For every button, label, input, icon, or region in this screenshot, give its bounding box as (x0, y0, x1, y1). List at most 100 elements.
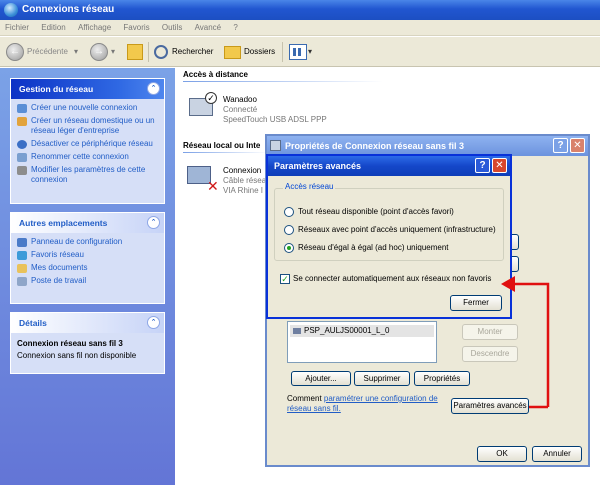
search-button[interactable]: Rechercher (172, 43, 213, 61)
new-connection-icon (17, 104, 27, 113)
arrow-head (501, 276, 515, 292)
chevron-down-icon[interactable]: ▾ (111, 43, 115, 61)
toolbar-separator (148, 42, 149, 62)
dialog-title: Paramètres avancés (274, 161, 362, 171)
radio-infrastructure[interactable] (284, 225, 294, 235)
connection-wanadoo[interactable]: Wanadoo Connecté SpeedTouch USB ADSL PPP (223, 95, 327, 125)
help-button[interactable]: ? (475, 158, 490, 173)
folders-icon[interactable] (224, 46, 241, 59)
toolbar: ← Précédente ▾ → ▾ Rechercher Dossiers ▾ (0, 37, 600, 67)
radio-adhoc[interactable] (284, 243, 294, 253)
collapse-chevron-icon[interactable]: ⌃ (147, 316, 160, 329)
auto-connect-checkbox[interactable]: ✓ (280, 274, 290, 284)
link-network-places[interactable]: Favoris réseau (17, 250, 158, 260)
details-name: Connexion réseau sans fil 3 (17, 339, 123, 348)
dialup-connection-icon[interactable]: ✓ (187, 92, 219, 124)
window-titlebar: Connexions réseau (0, 0, 600, 20)
menu-advanced[interactable]: Avancé (190, 20, 227, 36)
menu-edit[interactable]: Edition (36, 20, 70, 36)
remove-button[interactable]: Supprimer (354, 371, 410, 386)
list-item[interactable]: PSP_AULJS00001_L_0 (290, 325, 434, 337)
back-button-label[interactable]: Précédente (27, 43, 68, 61)
other-places-panel: Autres emplacements ⌃ Panneau de configu… (10, 212, 165, 304)
group-legend: Accès réseau (283, 182, 336, 191)
close-button[interactable]: ✕ (570, 138, 585, 153)
menu-bar: Fichier Edition Affichage Favoris Outils… (0, 20, 600, 36)
network-places-icon (17, 251, 27, 260)
documents-folder-icon (17, 264, 27, 273)
collapse-chevron-icon[interactable]: ⌃ (147, 82, 160, 95)
group-header-remote: Accès à distance (183, 70, 248, 79)
radio-label: Réseaux avec point d'accès uniquement (i… (298, 225, 496, 234)
advanced-settings-dialog: Paramètres avancés ? ✕ Accès réseau Tout… (266, 154, 512, 319)
radio-label: Tout réseau disponible (point d'accès fa… (298, 207, 454, 216)
radio-any-network[interactable] (284, 207, 294, 217)
computer-icon (17, 277, 27, 286)
link-control-panel[interactable]: Panneau de configuration (17, 237, 158, 247)
help-button[interactable]: ? (553, 138, 568, 153)
rename-icon (17, 153, 27, 162)
connection-lan[interactable]: Connexion Câble réseau VIA Rhine I (223, 166, 271, 196)
chevron-down-icon[interactable]: ▾ (308, 43, 312, 61)
link-my-documents[interactable]: Mes documents (17, 263, 158, 273)
add-button[interactable]: Ajouter... (291, 371, 351, 386)
lan-connection-icon[interactable]: ✕ (187, 162, 221, 196)
details-status: Connexion sans fil non disponible (17, 351, 137, 360)
annotation-arrow (501, 276, 550, 409)
menu-file[interactable]: Fichier (0, 20, 34, 36)
network-adapter-icon (270, 140, 281, 151)
group-header-lan: Réseau local ou Inte (183, 141, 261, 150)
details-panel: Détails ⌃ Connexion réseau sans fil 3 Co… (10, 312, 165, 374)
group-divider (183, 81, 383, 82)
connection-device: SpeedTouch USB ADSL PPP (223, 115, 327, 124)
group-divider (183, 152, 268, 153)
properties-button[interactable]: Propriétés (414, 371, 470, 386)
preferred-networks-list[interactable]: PSP_AULJS00001_L_0 (287, 321, 437, 363)
back-arrow-icon[interactable]: ← (6, 43, 24, 61)
help-text: Comment paramétrer une configuration de … (287, 394, 447, 414)
connection-status: Connecté (223, 105, 258, 114)
task-create-connection[interactable]: Créer une nouvelle connexion (17, 103, 158, 113)
folders-button[interactable]: Dossiers (244, 43, 275, 61)
forward-arrow-icon[interactable]: → (90, 43, 108, 61)
wireless-network-icon (293, 328, 301, 334)
connection-device: VIA Rhine I (223, 186, 264, 195)
menu-help[interactable]: ? (228, 20, 242, 36)
panel-header[interactable]: Détails ⌃ (11, 313, 164, 333)
disable-icon (17, 140, 27, 149)
connection-status: Câble réseau (223, 176, 271, 185)
network-tasks-panel: Gestion du réseau ⌃ Créer une nouvelle c… (10, 78, 165, 204)
views-icon[interactable] (289, 44, 307, 60)
task-change-settings[interactable]: Modifier les paramètres de cette connexi… (17, 165, 158, 185)
menu-tools[interactable]: Outils (157, 20, 187, 36)
search-icon[interactable] (154, 45, 168, 59)
panel-header[interactable]: Autres emplacements ⌃ (11, 213, 164, 233)
task-rename[interactable]: Renommer cette connexion (17, 152, 158, 162)
panel-title: Détails (19, 318, 47, 328)
folder-up-icon[interactable] (127, 44, 143, 60)
menu-favorites[interactable]: Favoris (118, 20, 154, 36)
task-home-network[interactable]: Créer un réseau domestique ou un réseau … (17, 116, 158, 136)
panel-header[interactable]: Gestion du réseau ⌃ (11, 79, 164, 99)
close-button[interactable]: ✕ (492, 158, 507, 173)
ok-button[interactable]: OK (477, 446, 527, 462)
settings-icon (17, 166, 27, 175)
task-pane: Gestion du réseau ⌃ Créer une nouvelle c… (0, 68, 175, 485)
panel-title: Gestion du réseau (19, 84, 94, 94)
chevron-down-icon[interactable]: ▾ (74, 43, 78, 61)
panel-title: Autres emplacements (19, 218, 108, 228)
cancel-button[interactable]: Annuler (532, 446, 582, 462)
menu-view[interactable]: Affichage (73, 20, 116, 36)
dialog-titlebar: Propriétés de Connexion réseau sans fil … (267, 136, 588, 156)
help-prefix: Comment (287, 394, 324, 403)
link-my-computer[interactable]: Poste de travail (17, 276, 158, 286)
connection-name: Wanadoo (223, 95, 257, 104)
dialog-titlebar: Paramètres avancés ? ✕ (268, 156, 510, 176)
collapse-chevron-icon[interactable]: ⌃ (147, 216, 160, 229)
dialog-title: Propriétés de Connexion réseau sans fil … (285, 141, 465, 151)
toolbar-separator (282, 42, 283, 62)
checkbox-label: Se connecter automatiquement aux réseaux… (293, 274, 492, 283)
task-disable-device[interactable]: Désactiver ce périphérique réseau (17, 139, 158, 149)
network-connections-icon (4, 3, 18, 17)
radio-label: Réseau d'égal à égal (ad hoc) uniquement (298, 243, 449, 252)
